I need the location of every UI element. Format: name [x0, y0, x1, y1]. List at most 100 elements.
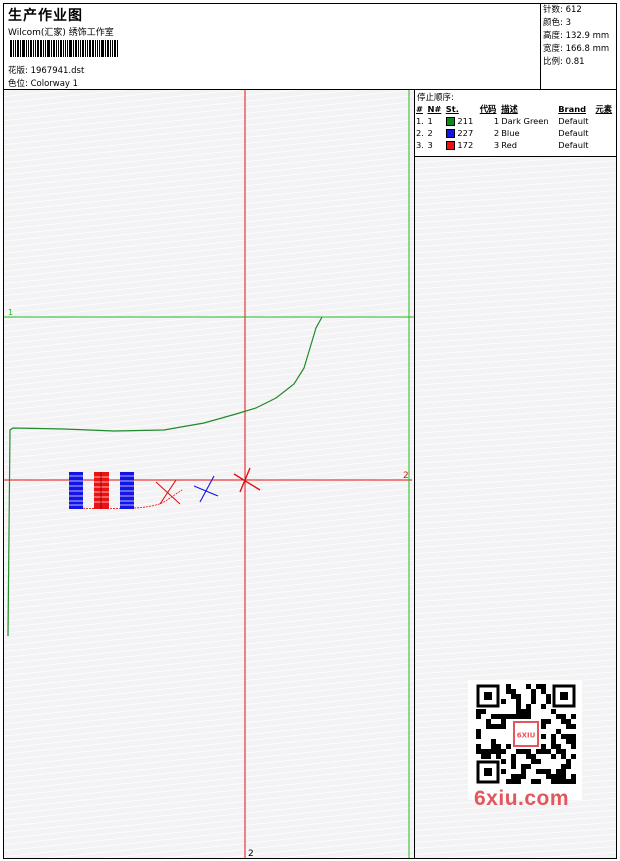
design-file-value: 1967941.dst	[30, 66, 85, 76]
qr-module	[501, 759, 506, 764]
guide-label-1: 1	[8, 308, 13, 317]
qr-module	[496, 754, 501, 759]
qr-module	[531, 759, 536, 764]
table-row[interactable]: 1. 1 211 1 Dark Green Default	[415, 115, 616, 127]
qr-module	[561, 779, 566, 784]
qr-module	[531, 699, 536, 704]
qr-module	[506, 714, 511, 719]
color-swatch	[445, 117, 455, 126]
qr-module	[536, 684, 541, 689]
row-index: 3.	[416, 140, 424, 150]
qr-code: 6XIU	[476, 684, 576, 784]
thread-description: Blue	[501, 128, 520, 138]
qr-module	[486, 749, 491, 754]
qr-module	[561, 719, 566, 724]
qr-module	[571, 744, 576, 749]
qr-module	[511, 694, 516, 699]
qr-module	[516, 779, 521, 784]
qr-module	[521, 769, 526, 774]
thread-description: Red	[501, 140, 517, 150]
dark-green-outline	[7, 316, 323, 637]
stitch-count: 172	[457, 140, 474, 150]
qr-module	[546, 694, 551, 699]
qr-module	[526, 704, 531, 709]
qr-module	[516, 749, 521, 754]
qr-module	[476, 714, 481, 719]
qr-module	[506, 744, 511, 749]
barcode-bar	[37, 40, 39, 57]
stitch-count-cell: 227	[445, 127, 479, 139]
barcode-bar	[28, 40, 29, 57]
barcode-bar	[80, 40, 81, 57]
qr-module	[491, 749, 496, 754]
qr-module	[561, 714, 566, 719]
qr-module	[476, 749, 481, 754]
qr-module	[476, 729, 481, 734]
barcode-bar	[85, 40, 86, 57]
needle-number: 3	[427, 140, 433, 150]
guide-label-2-bottom: 2	[248, 849, 254, 858]
qr-module	[511, 714, 516, 719]
qr-module	[496, 749, 501, 754]
qr-module	[566, 719, 571, 724]
barcode-bar	[30, 40, 32, 57]
qr-module	[506, 684, 511, 689]
qr-module	[541, 724, 546, 729]
qr-module	[546, 699, 551, 704]
barcode-bar	[82, 40, 84, 57]
qr-module	[506, 779, 511, 784]
qr-module	[541, 769, 546, 774]
color-swatch	[445, 141, 455, 150]
column-header: Brand	[558, 104, 587, 114]
barcode-bar	[56, 40, 57, 57]
qr-module	[571, 724, 576, 729]
qr-module	[496, 724, 501, 729]
qr-module	[516, 704, 521, 709]
qr-module	[516, 699, 521, 704]
qr-module	[566, 759, 571, 764]
qr-code-watermark: 6XIU	[468, 680, 582, 800]
qr-module	[551, 744, 556, 749]
blue-stitch-column	[69, 472, 83, 509]
qr-module	[546, 769, 551, 774]
red-stitch-column	[94, 472, 109, 509]
qr-module	[511, 689, 516, 694]
qr-module	[546, 774, 551, 779]
table-header-row: # N# St. 代码 描述 Brand 元素	[415, 103, 616, 115]
table-row[interactable]: 2. 2 227 2 Blue Default	[415, 127, 616, 139]
barcode-bar	[65, 40, 66, 57]
barcode-bar	[112, 40, 113, 57]
qr-module	[501, 724, 506, 729]
barcode-bar	[10, 40, 12, 57]
qr-module	[501, 749, 506, 754]
qr-module	[501, 719, 506, 724]
column-header: N#	[427, 104, 442, 114]
qr-module	[486, 724, 491, 729]
qr-module	[521, 714, 526, 719]
barcode-bar	[63, 40, 64, 57]
blue-stitch-column	[120, 472, 134, 509]
barcode-bar	[45, 40, 46, 57]
stop-sequence-box: 停止顺序: # N# St. 代码 描述 Brand 元素 1. 1 211 1…	[415, 90, 616, 157]
table-row[interactable]: 3. 3 172 3 Red Default	[415, 139, 616, 151]
header: 生产作业图 Wilcom(汇家) 绣饰工作室 花版: 1967941.dst 色…	[4, 4, 616, 90]
barcode-bar	[110, 40, 111, 57]
qr-module	[541, 719, 546, 724]
qr-module	[521, 709, 526, 714]
qr-module	[511, 774, 516, 779]
column-header: #	[416, 104, 423, 114]
stitch-count: 227	[457, 128, 474, 138]
stat-label: 针数:	[543, 5, 563, 15]
barcode-bar	[58, 40, 59, 57]
qr-module	[526, 754, 531, 759]
qr-module	[536, 749, 541, 754]
qr-module	[516, 709, 521, 714]
qr-module	[556, 749, 561, 754]
qr-module	[521, 764, 526, 769]
qr-module	[571, 739, 576, 744]
barcode-bar	[26, 40, 27, 57]
design-canvas[interactable]: 1 2 2	[4, 90, 415, 858]
qr-module	[541, 704, 546, 709]
qr-module	[556, 729, 561, 734]
column-header: 元素	[595, 104, 613, 114]
